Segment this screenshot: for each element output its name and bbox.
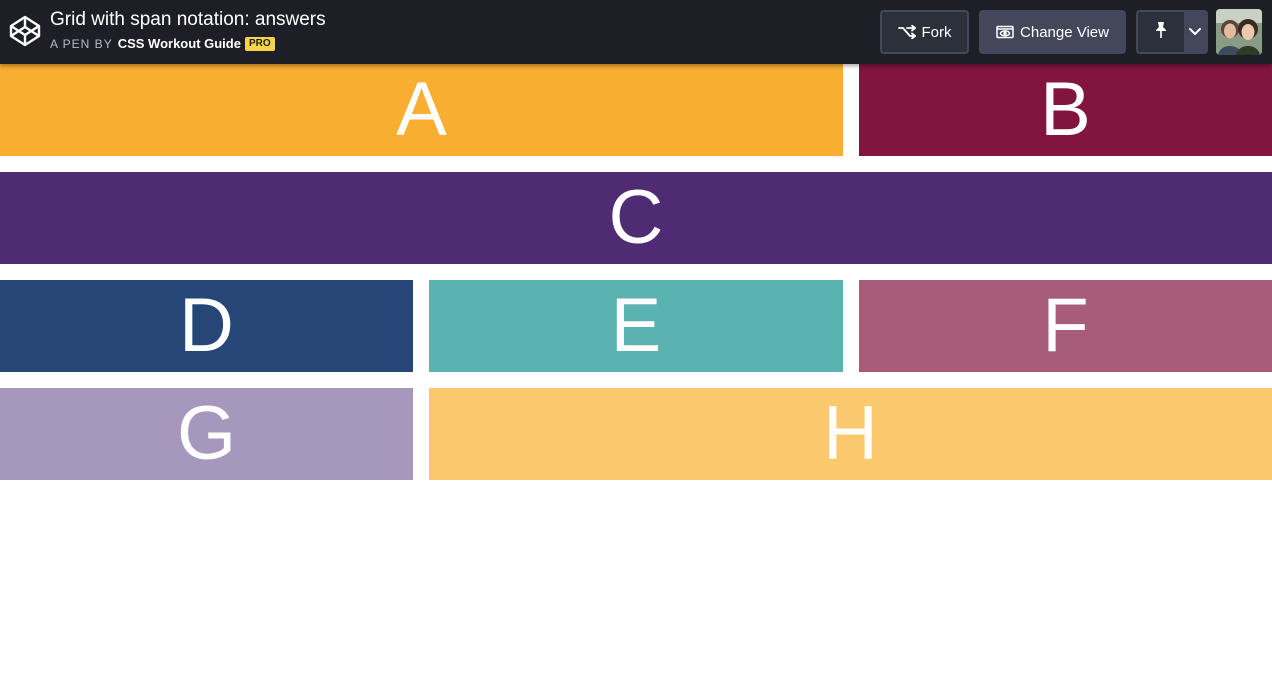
chevron-down-icon	[1189, 23, 1201, 41]
grid-item-label: F	[1042, 283, 1089, 368]
grid-item-label: C	[608, 175, 664, 260]
top-bar: Grid with span notation: answers A PEN B…	[0, 0, 1272, 64]
grid-item-c: C	[0, 172, 1272, 264]
grid-item-label: E	[610, 283, 662, 368]
grid-item-label: A	[396, 67, 447, 152]
author-link[interactable]: CSS Workout Guide	[118, 36, 241, 52]
grid-item-d: D	[0, 280, 413, 372]
grid-item-label: B	[1040, 67, 1091, 152]
grid-item-label: G	[176, 391, 237, 476]
fork-label: Fork	[921, 23, 952, 41]
codepen-logo-icon[interactable]	[8, 14, 42, 48]
pin-button-group	[1136, 10, 1208, 54]
pin-dropdown-button[interactable]	[1184, 12, 1206, 52]
fork-button[interactable]: Fork	[880, 10, 969, 54]
pin-icon	[1153, 21, 1169, 44]
fork-icon	[897, 25, 916, 39]
byline: A PEN BY CSS Workout Guide PRO	[50, 36, 326, 52]
eye-window-icon	[996, 25, 1014, 39]
grid-item-h: H	[429, 388, 1272, 480]
change-view-button[interactable]: Change View	[979, 10, 1126, 54]
grid-item-label: H	[823, 391, 878, 476]
byline-prefix: A PEN BY	[50, 37, 113, 51]
user-avatar[interactable]	[1216, 9, 1262, 55]
pen-title[interactable]: Grid with span notation: answers	[50, 8, 326, 32]
grid-container: A B C D E F G H	[0, 64, 1272, 480]
grid-item-g: G	[0, 388, 413, 480]
pro-badge: PRO	[244, 37, 275, 51]
change-view-label: Change View	[1020, 23, 1109, 41]
pin-button[interactable]	[1138, 12, 1184, 52]
grid-item-b: B	[859, 64, 1272, 156]
grid-item-e: E	[429, 280, 843, 372]
grid-item-label: D	[179, 283, 234, 368]
grid-item-f: F	[859, 280, 1272, 372]
pen-title-block: Grid with span notation: answers A PEN B…	[50, 8, 326, 52]
grid-item-a: A	[0, 64, 843, 156]
